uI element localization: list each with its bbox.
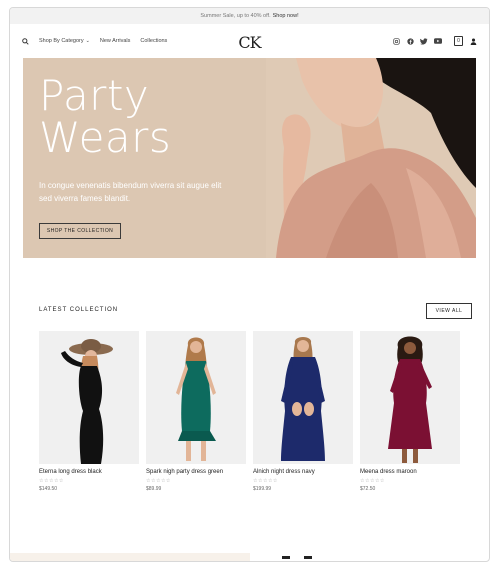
product-name[interactable]: Eterna long dress black [39,469,139,475]
chevron-down-icon: ⌄ [85,38,90,44]
product-card[interactable]: Eterna long dress black ☆☆☆☆☆ $149.50 [39,331,139,492]
account-icon[interactable] [469,37,477,45]
site-logo[interactable]: CK [238,33,261,52]
section-title: LATEST COLLECTION [39,307,119,313]
product-card[interactable]: Meena dress maroon ☆☆☆☆☆ $72.50 [360,331,460,492]
product-image[interactable] [360,331,460,464]
product-image[interactable] [39,331,139,464]
main-nav: Shop By Category ⌄ New Arrivals Collectio… [22,37,167,45]
product-name[interactable]: Meena dress maroon [360,469,460,475]
hero-title-line1: Party [39,71,150,120]
rating-stars: ☆☆☆☆☆ [253,478,278,484]
promo-text: Summer Sale, up to 40% off. [200,13,271,19]
rating-stars: ☆☆☆☆☆ [360,478,385,484]
rating-stars: ☆☆☆☆☆ [146,478,171,484]
slider-dot[interactable] [282,556,290,559]
product-price: $72.50 [360,486,376,492]
cart-count: 0 [457,38,460,44]
hero-title-line2: Wears [39,113,172,162]
hero-banner: Party Wears In congue venenatis bibendum… [23,58,476,258]
nav-shop-by-category[interactable]: Shop By Category ⌄ [39,38,90,44]
product-name[interactable]: Spark nigh party dress green [146,469,246,475]
product-card[interactable]: Spark nigh party dress green ☆☆☆☆☆ $89.9… [146,331,246,492]
hero-subtitle: In congue venenatis bibendum viverra sit… [39,181,222,203]
product-price: $199.99 [253,486,272,492]
youtube-icon[interactable] [434,37,442,45]
view-all-button[interactable]: VIEW ALL [426,303,472,319]
promo-bar: Summer Sale, up to 40% off. Shop now! [10,8,489,24]
nav-label: Shop By Category [39,38,84,44]
nav-collections[interactable]: Collections [140,38,167,44]
latest-collection-header: LATEST COLLECTION VIEW ALL [39,303,472,319]
header-actions: 0 [392,36,477,46]
slider-dots [282,556,312,559]
cart-icon[interactable]: 0 [454,36,463,46]
shop-collection-button[interactable]: SHOP THE COLLECTION [39,223,121,239]
twitter-icon[interactable] [420,37,428,45]
product-price: $149.50 [39,486,58,492]
product-image[interactable] [253,331,353,464]
product-price: $89.99 [146,486,162,492]
product-image[interactable] [146,331,246,464]
product-name[interactable]: Alnich night dress navy [253,469,353,475]
hero-title: Party Wears [39,75,171,159]
search-icon[interactable] [22,37,29,45]
hero-model-image [266,58,476,258]
browser-frame: Summer Sale, up to 40% off. Shop now! Sh… [9,7,490,562]
next-section-preview [10,553,250,561]
product-grid: Eterna long dress black ☆☆☆☆☆ $149.50 Sp… [39,331,472,492]
rating-stars: ☆☆☆☆☆ [39,478,64,484]
instagram-icon[interactable] [392,37,400,45]
nav-new-arrivals[interactable]: New Arrivals [100,38,131,44]
promo-link[interactable]: Shop now! [273,13,299,19]
slider-dot[interactable] [304,556,312,559]
site-header: Shop By Category ⌄ New Arrivals Collectio… [10,24,489,58]
product-card[interactable]: Alnich night dress navy ☆☆☆☆☆ $199.99 [253,331,353,492]
facebook-icon[interactable] [406,37,414,45]
